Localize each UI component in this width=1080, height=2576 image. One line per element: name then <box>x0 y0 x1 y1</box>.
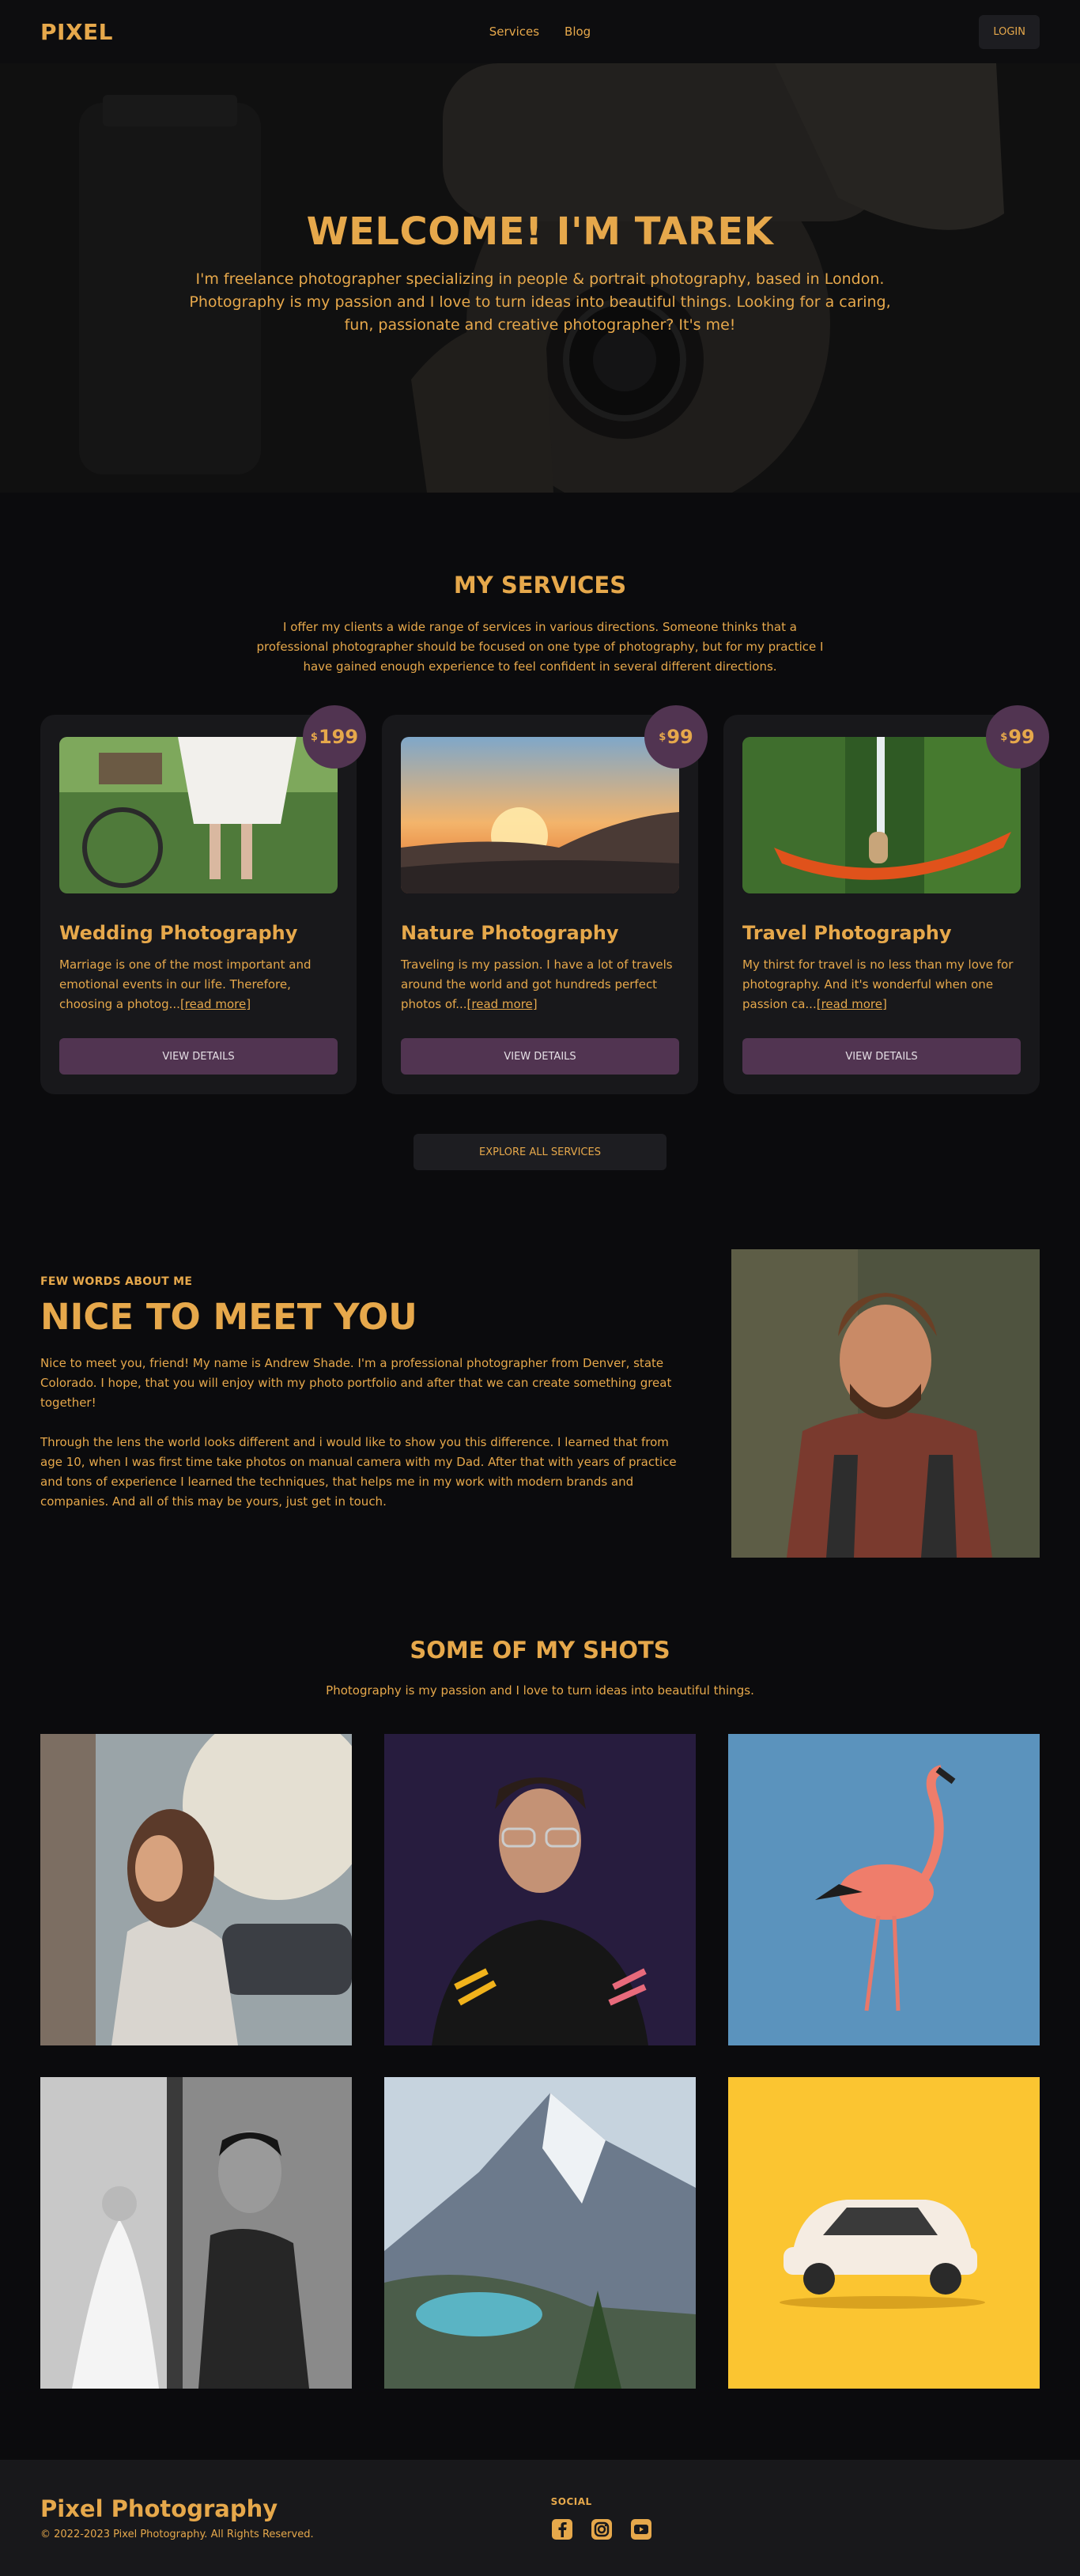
about-section: FEW WORDS ABOUT ME NICE TO MEET YOU Nice… <box>0 1249 1080 1558</box>
youtube-icon[interactable] <box>630 2518 652 2540</box>
read-more-link[interactable]: [read more] <box>180 997 251 1011</box>
site-footer: Pixel Photography © 2022-2023 Pixel Phot… <box>0 2460 1080 2576</box>
gallery-photo[interactable] <box>728 2077 1040 2389</box>
wedding-image <box>59 737 338 893</box>
services-title: MY SERVICES <box>453 572 627 599</box>
footer-copyright: © 2022-2023 Pixel Photography. All Right… <box>40 2529 314 2540</box>
price-badge: $199 <box>303 705 366 769</box>
nature-image <box>401 737 679 893</box>
read-more-link[interactable]: [read more] <box>817 997 887 1011</box>
travel-image <box>742 737 1021 893</box>
shots-section: SOME OF MY SHOTS Photography is my passi… <box>0 1558 1080 2460</box>
nav-link-blog[interactable]: Blog <box>565 25 591 39</box>
about-kicker: FEW WORDS ABOUT ME <box>40 1275 193 1288</box>
hero-description: I'm freelance photographer specializing … <box>189 270 891 334</box>
service-cards: $199 Wedding Photography Marriage is one… <box>40 705 1049 1094</box>
about-paragraph-1: Nice to meet you, friend! My name is And… <box>40 1356 672 1410</box>
shots-gallery <box>40 1734 1040 2389</box>
nav-links: Services Blog <box>489 25 591 39</box>
social-title: SOCIAL <box>550 2495 592 2507</box>
services-subtitle: I offer my clients a wide range of servi… <box>256 620 824 674</box>
price-badge: $99 <box>644 705 708 769</box>
portrait-photo <box>731 1249 1040 1558</box>
instagram-icon[interactable] <box>591 2518 613 2540</box>
gallery-photo[interactable] <box>40 2077 352 2389</box>
service-card-text: Traveling is my passion. I have a lot of… <box>401 958 673 1011</box>
view-details-button[interactable]: VIEW DETAILS <box>401 1038 679 1075</box>
shots-title: SOME OF MY SHOTS <box>410 1637 670 1664</box>
service-card-title: Wedding Photography <box>59 922 298 944</box>
service-card-wedding: $199 Wedding Photography Marriage is one… <box>40 705 366 1094</box>
gallery-photo[interactable] <box>40 1734 352 2045</box>
hero-section: WELCOME! I'M TAREK I'm freelance photogr… <box>0 63 1080 493</box>
top-navbar: PIXEL Services Blog LOGIN <box>0 0 1080 63</box>
hero-title: WELCOME! I'M TAREK <box>306 210 774 254</box>
about-title: NICE TO MEET YOU <box>40 1296 417 1338</box>
gallery-photo[interactable] <box>728 1734 1040 2045</box>
service-card-text: Marriage is one of the most important an… <box>59 958 312 1011</box>
login-button[interactable]: LOGIN <box>979 14 1040 49</box>
read-more-link[interactable]: [read more] <box>467 997 538 1011</box>
facebook-icon[interactable] <box>551 2518 573 2540</box>
service-card-title: Travel Photography <box>742 922 952 944</box>
view-details-button[interactable]: VIEW DETAILS <box>59 1038 338 1075</box>
price-badge: $99 <box>986 705 1049 769</box>
gallery-photo[interactable] <box>384 1734 696 2045</box>
view-details-button[interactable]: VIEW DETAILS <box>742 1038 1021 1075</box>
service-card-travel: $99 Travel Photography My thirst for tra… <box>723 705 1049 1094</box>
nav-link-services[interactable]: Services <box>489 25 539 39</box>
service-card-nature: $99 Nature Photography Traveling is my p… <box>382 705 708 1094</box>
social-section: SOCIAL <box>551 2496 652 2540</box>
footer-brand: Pixel Photography <box>40 2495 278 2522</box>
shots-subtitle: Photography is my passion and I love to … <box>326 1683 754 1698</box>
about-paragraph-2: Through the lens the world looks differe… <box>40 1435 677 1509</box>
services-section: MY SERVICES I offer my clients a wide ra… <box>0 493 1080 1249</box>
gallery-photo[interactable] <box>384 2077 696 2389</box>
explore-all-services-button[interactable]: EXPLORE ALL SERVICES <box>413 1134 667 1170</box>
service-card-text: My thirst for travel is no less than my … <box>742 958 1014 1011</box>
site-logo[interactable]: PIXEL <box>40 19 113 45</box>
service-card-title: Nature Photography <box>401 922 619 944</box>
